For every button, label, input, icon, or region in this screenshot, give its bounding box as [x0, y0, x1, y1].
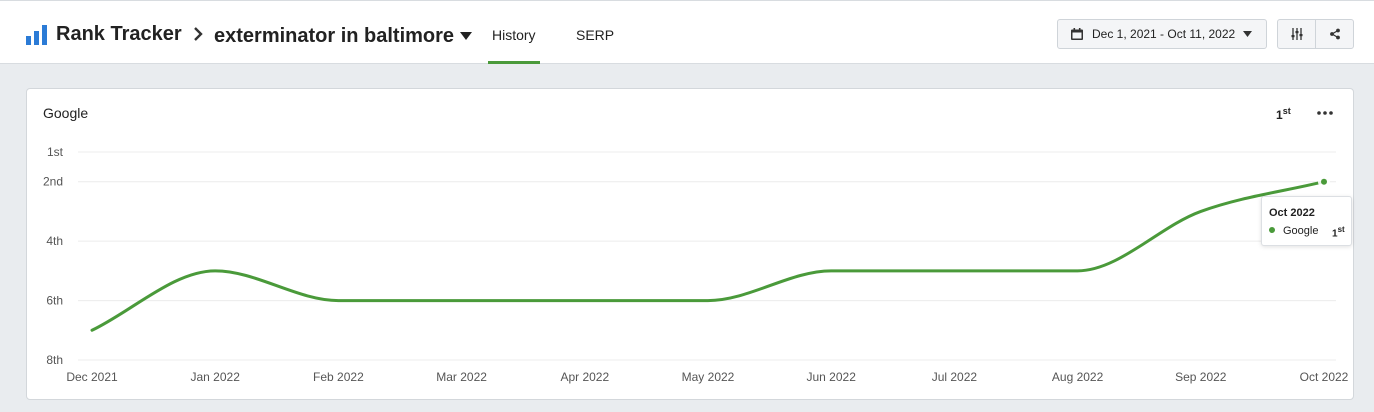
x-tick-label: Dec 2021 [66, 370, 118, 384]
series-line-google [90, 180, 1326, 332]
x-tick-label: Mar 2022 [436, 370, 487, 384]
x-tick-label: Oct 2022 [1300, 370, 1349, 384]
x-tick-label: Apr 2022 [560, 370, 609, 384]
chart-tooltip: Oct 2022 Google 1st [1261, 196, 1352, 246]
y-tick-label: 4th [46, 234, 63, 248]
last-data-point [1321, 178, 1327, 185]
x-tick-label: Jul 2022 [932, 370, 978, 384]
x-tick-label: Jan 2022 [191, 370, 241, 384]
tooltip-series-dot [1269, 227, 1275, 233]
y-tick-label: 1st [47, 145, 64, 159]
rank-line-chart: 1st 2nd 4th 6th 8thDec 2021 Jan 2022 Feb 2022 M… [43, 145, 1349, 384]
x-tick-label: Sep 2022 [1175, 370, 1227, 384]
tooltip-value: 1st [1332, 225, 1345, 240]
x-tick-label: Feb 2022 [313, 370, 364, 384]
tooltip-series-name: Google [1283, 225, 1319, 237]
x-tick-label: Jun 2022 [807, 370, 857, 384]
y-tick-label: 2nd [43, 175, 63, 189]
x-tick-label: Aug 2022 [1052, 370, 1104, 384]
y-tick-label: 6th [46, 294, 63, 308]
tooltip-title: Oct 2022 [1269, 207, 1315, 219]
y-tick-label: 8th [46, 353, 63, 367]
x-tick-label: May 2022 [682, 370, 735, 384]
